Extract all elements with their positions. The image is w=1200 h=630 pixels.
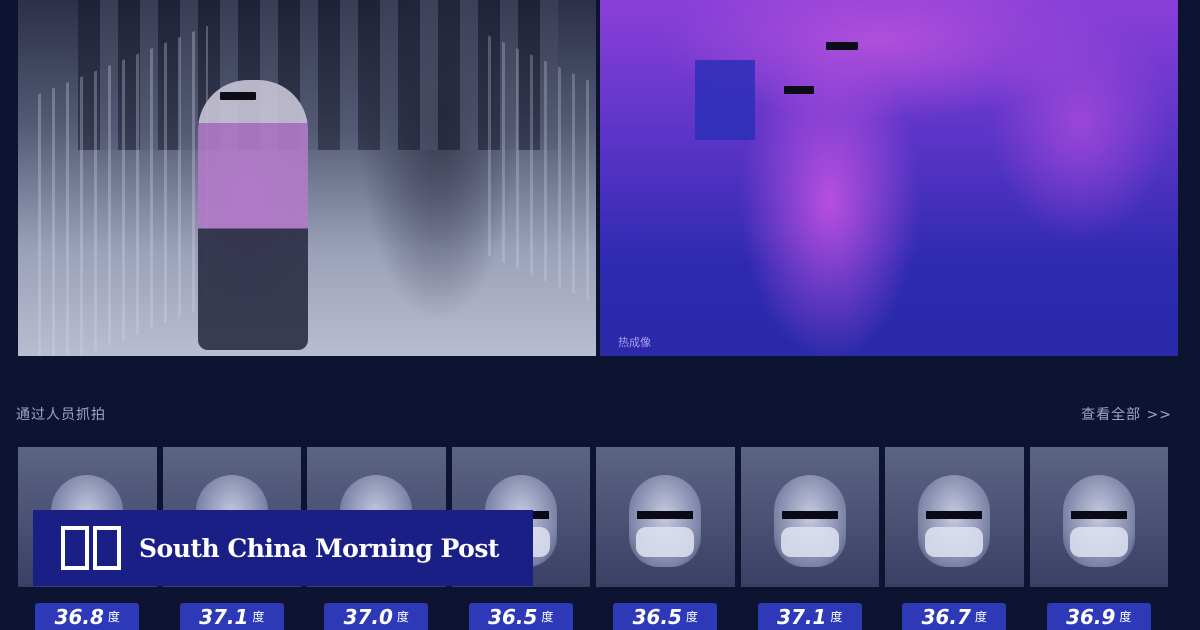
capture-thumbnail[interactable] bbox=[1029, 447, 1168, 587]
scmp-logo-icon bbox=[61, 526, 121, 570]
temperature-badge: 36.9 度 bbox=[1046, 603, 1151, 630]
temperature-unit: 度 bbox=[252, 610, 265, 624]
capture-thumbnail[interactable] bbox=[740, 447, 879, 587]
face-redaction-bar bbox=[784, 86, 814, 94]
temperature-unit: 度 bbox=[685, 610, 698, 624]
temperature-cell: 36.8 度 bbox=[18, 603, 157, 630]
temperature-cell: 37.0 度 bbox=[307, 603, 446, 630]
temperature-value: 37.1 bbox=[777, 604, 827, 629]
view-all-link[interactable]: 查看全部 >> bbox=[1081, 404, 1172, 424]
capture-thumbnail[interactable] bbox=[596, 447, 735, 587]
temperature-cell: 37.1 度 bbox=[741, 603, 880, 630]
temperature-unit: 度 bbox=[107, 610, 120, 624]
scmp-logo: South China Morning Post bbox=[33, 510, 533, 586]
temperature-unit: 度 bbox=[830, 610, 843, 624]
temperature-cell: 36.7 度 bbox=[885, 603, 1024, 630]
face-redaction-bar bbox=[220, 92, 256, 100]
captures-title: 通过人员抓拍 bbox=[16, 407, 106, 423]
temperature-unit: 度 bbox=[974, 610, 987, 624]
face-redaction-bar bbox=[1070, 511, 1127, 519]
visible-light-feed bbox=[18, 0, 596, 356]
capture-thumbnail[interactable] bbox=[885, 447, 1024, 587]
face-redaction-bar bbox=[637, 511, 694, 519]
temperature-unit: 度 bbox=[541, 610, 554, 624]
temperature-cell: 36.5 度 bbox=[596, 603, 735, 630]
temperature-value: 36.5 bbox=[632, 604, 682, 629]
temperature-unit: 度 bbox=[1119, 610, 1132, 624]
temperature-value: 36.7 bbox=[921, 604, 971, 629]
temperature-cell: 36.5 度 bbox=[452, 603, 591, 630]
temperature-value: 37.0 bbox=[343, 604, 393, 629]
face-mask bbox=[925, 527, 984, 557]
temperature-value: 36.9 bbox=[1066, 604, 1116, 629]
temperature-value: 36.8 bbox=[54, 604, 104, 629]
face-mask bbox=[1069, 527, 1128, 557]
thermal-label: 热成像 bbox=[618, 336, 651, 349]
cold-region bbox=[695, 60, 755, 140]
temperature-badge: 37.1 度 bbox=[179, 603, 284, 630]
temperature-value: 36.5 bbox=[488, 604, 538, 629]
temperature-badge: 36.5 度 bbox=[613, 603, 718, 630]
face-redaction-bar bbox=[926, 511, 983, 519]
temperature-badge: 36.5 度 bbox=[468, 603, 573, 630]
temperature-badge: 37.1 度 bbox=[757, 603, 862, 630]
camera-feeds: 热成像 bbox=[18, 0, 1178, 356]
barrier-left bbox=[38, 25, 208, 356]
face-mask bbox=[636, 527, 695, 557]
face-redaction-bar bbox=[826, 42, 858, 50]
temperature-cell: 37.1 度 bbox=[163, 603, 302, 630]
face-mask bbox=[780, 527, 839, 557]
temperature-cell: 36.9 度 bbox=[1030, 603, 1169, 630]
temperature-unit: 度 bbox=[396, 610, 409, 624]
brand-name: South China Morning Post bbox=[139, 533, 499, 563]
barrier-right bbox=[488, 35, 596, 305]
temperature-badge: 37.0 度 bbox=[324, 603, 429, 630]
person bbox=[198, 80, 308, 350]
face-redaction-bar bbox=[781, 511, 838, 519]
temperature-value: 37.1 bbox=[199, 604, 249, 629]
temperature-badge: 36.8 度 bbox=[35, 603, 140, 630]
thermal-feed: 热成像 bbox=[600, 0, 1178, 356]
temperature-readings: 36.8 度 37.1 度 37.0 度 36.5 度 36.5 度 37.1 度 36.7… bbox=[18, 603, 1168, 630]
temperature-badge: 36.7 度 bbox=[902, 603, 1007, 630]
